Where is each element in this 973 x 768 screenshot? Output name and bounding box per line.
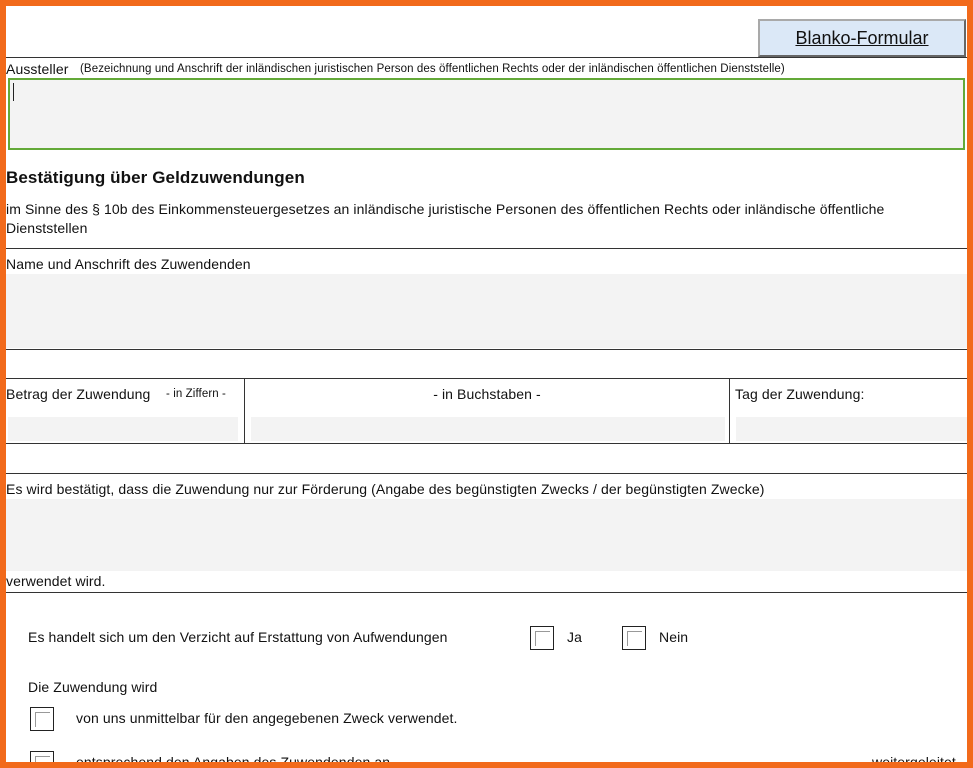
- usage-option1-label: von uns unmittelbar für den angegebenen …: [76, 710, 458, 726]
- divider: [6, 349, 967, 350]
- blanko-formular-button[interactable]: Blanko-Formular: [758, 19, 966, 57]
- issuer-hint: (Bezeichnung und Anschrift der inländisc…: [80, 63, 785, 75]
- divider: [6, 378, 967, 379]
- usage-option2-checkbox[interactable]: [30, 751, 54, 762]
- date-input[interactable]: [736, 417, 967, 441]
- column-divider: [729, 378, 730, 443]
- divider: [6, 592, 967, 593]
- form-title: Bestätigung über Geldzuwendungen: [6, 168, 305, 187]
- waiver-yes-label: Ja: [567, 629, 582, 645]
- amount-digits-hint: - in Ziffern -: [166, 388, 226, 400]
- divider: [6, 473, 967, 474]
- purpose-input[interactable]: [6, 499, 967, 571]
- usage-option2-label: entsprechend den Angaben des Zuwendenden…: [76, 754, 391, 768]
- issuer-label: Aussteller: [6, 61, 69, 77]
- text-cursor: [13, 83, 14, 101]
- date-label: Tag der Zuwendung:: [735, 386, 865, 402]
- donor-label: Name und Anschrift des Zuwendenden: [6, 256, 251, 272]
- donor-input[interactable]: [6, 274, 967, 348]
- divider: [6, 443, 967, 444]
- usage-label: Die Zuwendung wird: [28, 679, 158, 695]
- amount-words-label: - in Buchstaben -: [433, 386, 541, 402]
- usage-option2-end: weitergeleitet: [872, 754, 956, 768]
- divider: [6, 57, 967, 58]
- waiver-no-checkbox[interactable]: [622, 626, 646, 650]
- divider: [6, 248, 967, 249]
- amount-digits-input[interactable]: [8, 417, 238, 441]
- form-page: Blanko-Formular Aussteller (Bezeichnung …: [0, 0, 973, 768]
- usage-option1-checkbox[interactable]: [30, 707, 54, 731]
- intro-line-1: im Sinne des § 10b des Einkommensteuerge…: [6, 201, 885, 217]
- purpose-label: Es wird bestätigt, dass die Zuwendung nu…: [6, 481, 765, 497]
- intro-line-2: Dienststellen: [6, 220, 88, 236]
- amount-label: Betrag der Zuwendung: [6, 386, 151, 402]
- waiver-question: Es handelt sich um den Verzicht auf Erst…: [28, 629, 448, 645]
- blanko-formular-label: Blanko-Formular: [795, 28, 929, 48]
- purpose-footer: verwendet wird.: [6, 573, 106, 589]
- issuer-input[interactable]: [8, 78, 965, 150]
- waiver-yes-checkbox[interactable]: [530, 626, 554, 650]
- amount-words-input[interactable]: [251, 417, 725, 441]
- waiver-no-label: Nein: [659, 629, 689, 645]
